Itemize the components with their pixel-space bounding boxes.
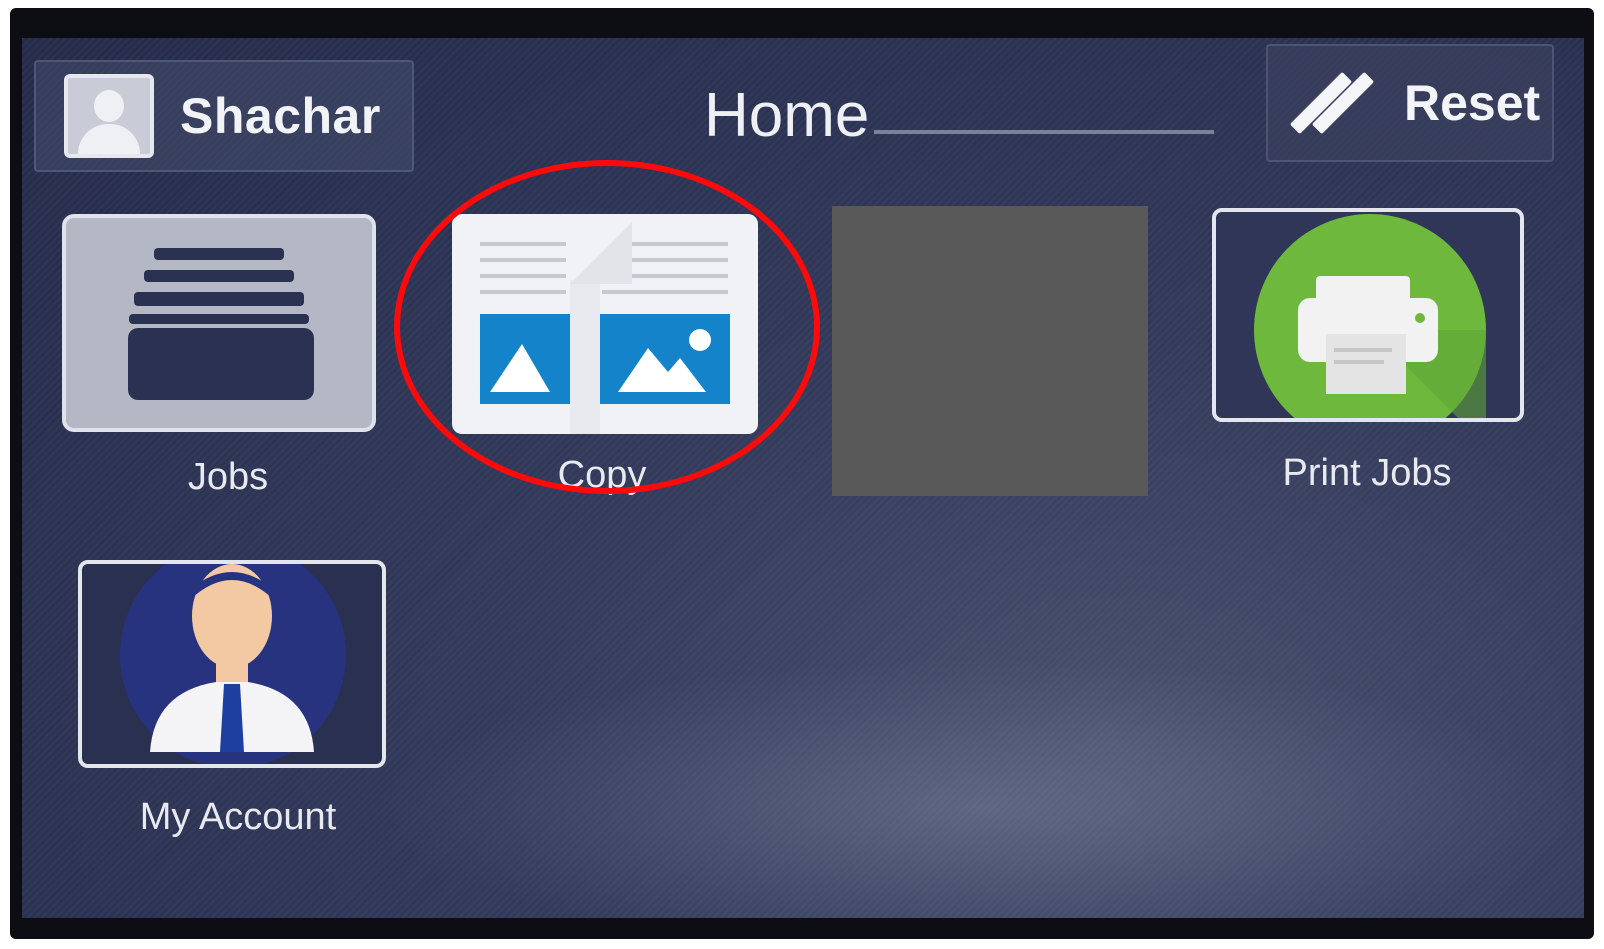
printer-icon	[1212, 208, 1524, 422]
tile-my-account-label: My Account	[139, 796, 337, 838]
screen-glare	[382, 658, 1582, 918]
user-avatar-icon	[64, 74, 154, 158]
device-bezel: Shachar Home Reset Jobs Copy Print Jobs …	[10, 8, 1594, 939]
user-account-icon	[78, 560, 386, 768]
tile-print-jobs-label: Print Jobs	[1282, 452, 1452, 494]
touch-screen: Shachar Home Reset Jobs Copy Print Jobs …	[22, 38, 1584, 918]
copy-document-icon	[452, 214, 758, 434]
file-drawer-icon	[62, 214, 376, 432]
reset-button[interactable]: Reset	[1266, 44, 1554, 162]
tile-jobs-label: Jobs	[187, 456, 269, 498]
user-account-button[interactable]: Shachar	[34, 60, 414, 172]
redacted-tile	[832, 206, 1148, 496]
title-underline	[874, 130, 1214, 134]
page-title: Home	[704, 81, 870, 150]
reset-label: Reset	[1404, 75, 1541, 131]
reset-icon	[1289, 68, 1378, 138]
tile-copy-label: Copy	[557, 454, 647, 496]
user-name-label: Shachar	[180, 88, 381, 144]
